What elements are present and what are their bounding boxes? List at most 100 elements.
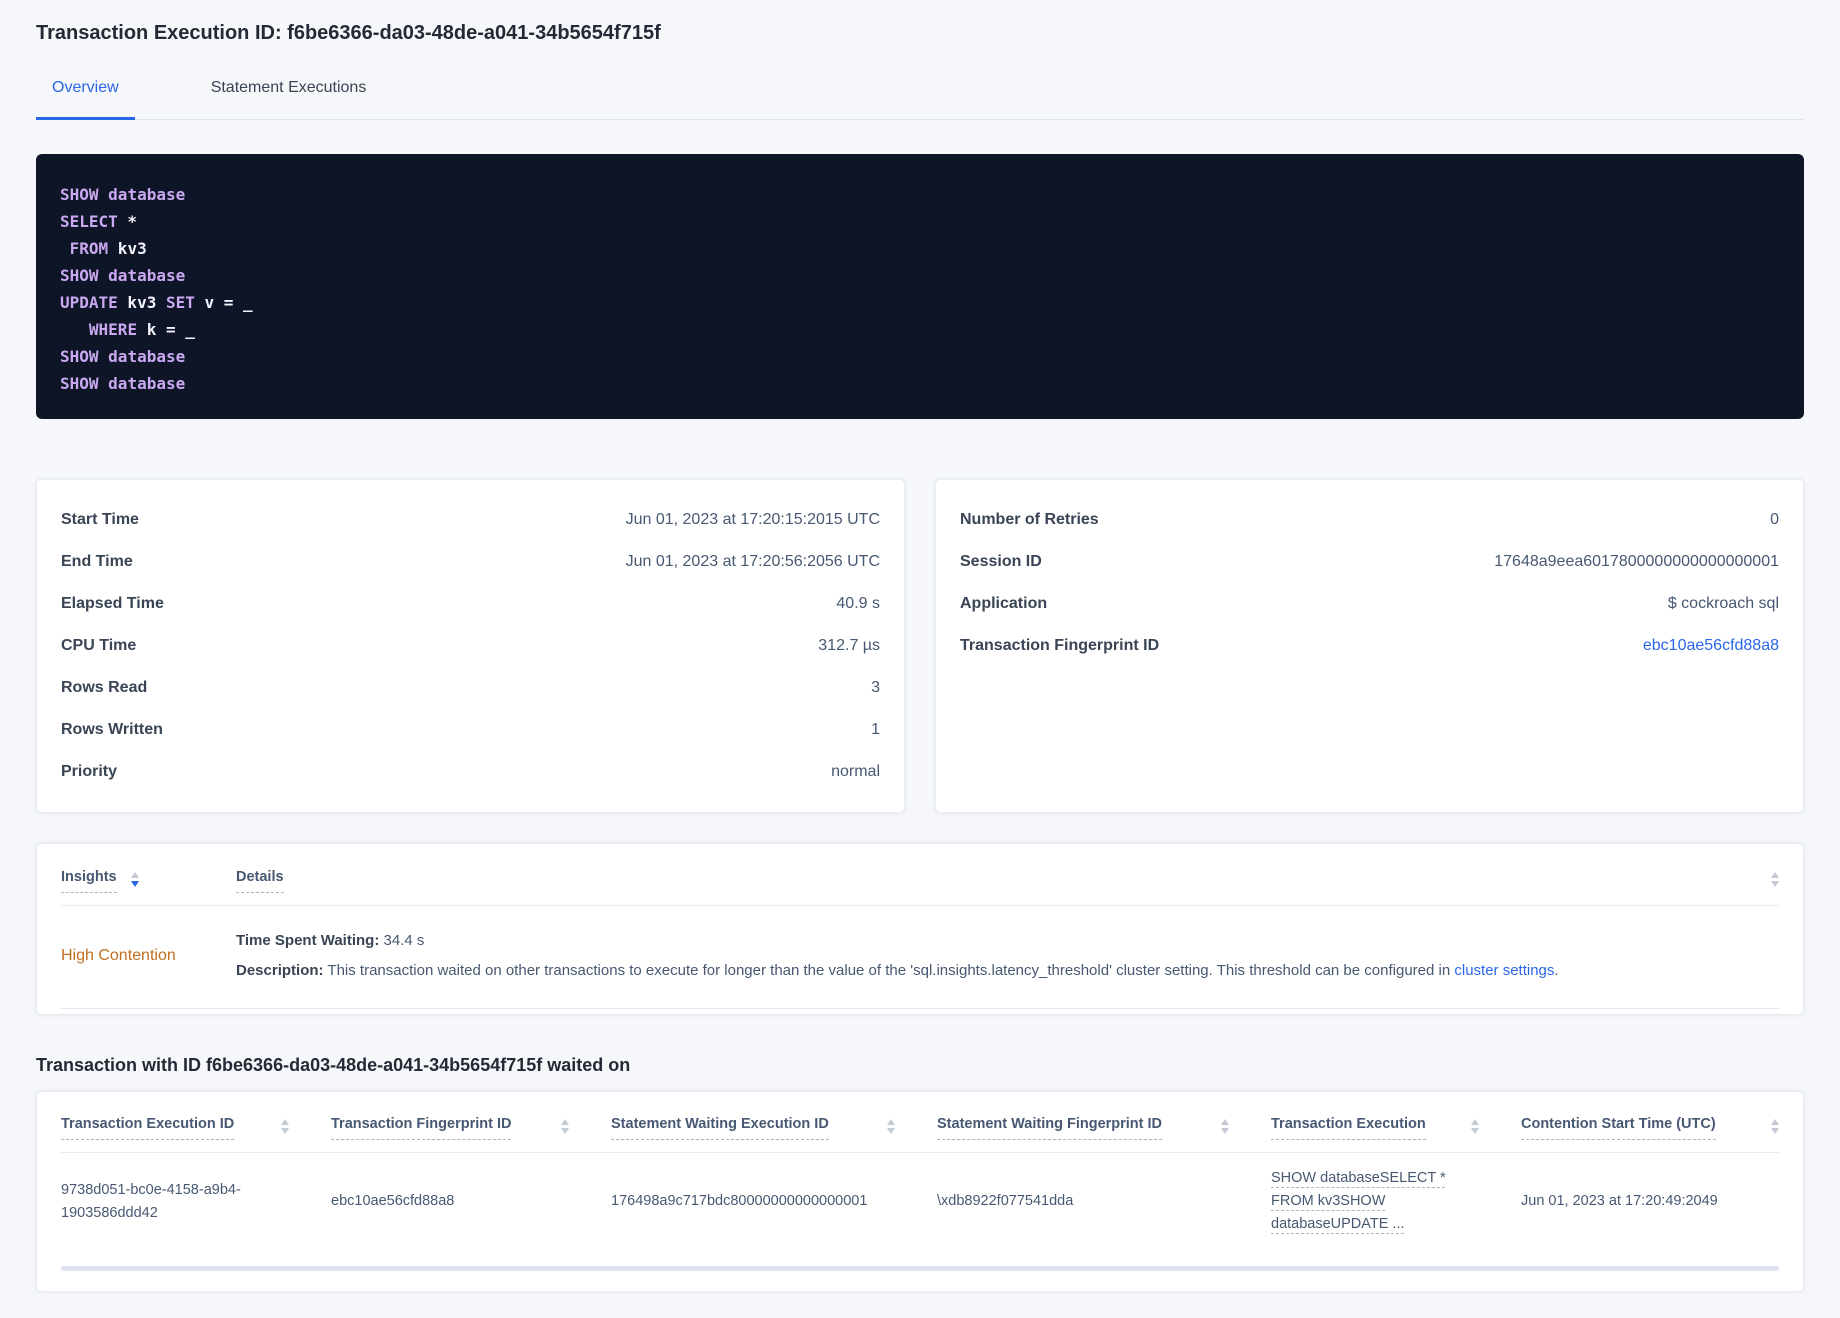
stat-value: Jun 01, 2023 at 17:20:56:2056 UTC bbox=[625, 553, 880, 570]
stat-value: 0 bbox=[1770, 511, 1779, 528]
column-header[interactable]: Transaction Fingerprint ID bbox=[331, 1116, 512, 1140]
header-cell-contention-start-time: Contention Start Time (UTC) bbox=[1521, 1116, 1779, 1140]
stat-row-application: Application $ cockroach sql bbox=[960, 583, 1779, 625]
transaction-execution-page: Transaction Execution ID: f6be6366-da03-… bbox=[0, 0, 1840, 1292]
sql-statements-box: SHOW database SELECT * FROM kv3 SHOW dat… bbox=[36, 154, 1804, 419]
column-header[interactable]: Contention Start Time (UTC) bbox=[1521, 1116, 1716, 1140]
waited-on-table-card: Transaction Execution ID Transaction Fin… bbox=[36, 1091, 1804, 1292]
column-header[interactable]: Transaction Execution bbox=[1271, 1116, 1426, 1140]
stat-row-elapsed-time: Elapsed Time 40.9 s bbox=[61, 583, 880, 625]
horizontal-scrollbar[interactable] bbox=[61, 1266, 1779, 1271]
sort-icon[interactable] bbox=[561, 1119, 569, 1134]
sort-icon[interactable] bbox=[1771, 872, 1779, 887]
cell-statement-waiting-fingerprint-id: \xdb8922f077541dda bbox=[937, 1193, 1074, 1209]
sort-down-arrow-icon bbox=[1771, 1128, 1779, 1134]
tab-statement-executions[interactable]: Statement Executions bbox=[195, 71, 383, 120]
sort-icon[interactable] bbox=[1471, 1119, 1479, 1134]
header-cell-statement-waiting-execution-id: Statement Waiting Execution ID bbox=[611, 1116, 937, 1140]
stat-row-cpu-time: CPU Time 312.7 µs bbox=[61, 625, 880, 667]
stat-value: Jun 01, 2023 at 17:20:15:2015 UTC bbox=[625, 511, 880, 528]
insights-column-header-cell: Insights bbox=[61, 869, 236, 893]
page-title: Transaction Execution ID: f6be6366-da03-… bbox=[36, 22, 661, 44]
header-cell-statement-waiting-fingerprint-id: Statement Waiting Fingerprint ID bbox=[937, 1116, 1271, 1140]
description-suffix: . bbox=[1554, 961, 1559, 979]
stat-value: 17648a9eea6017800000000000000001 bbox=[1494, 553, 1779, 570]
stat-label: Session ID bbox=[960, 553, 1042, 570]
time-spent-waiting-label: Time Spent Waiting: bbox=[236, 932, 380, 949]
stat-label: Elapsed Time bbox=[61, 595, 164, 612]
stat-label: Start Time bbox=[61, 511, 139, 528]
sort-up-arrow-icon bbox=[1221, 1119, 1229, 1125]
stat-label: Rows Written bbox=[61, 721, 163, 738]
sort-up-arrow-icon bbox=[1771, 872, 1779, 878]
stat-row-rows-written: Rows Written 1 bbox=[61, 709, 880, 751]
stat-label: Transaction Fingerprint ID bbox=[960, 637, 1160, 654]
stat-value: 1 bbox=[871, 721, 880, 738]
sort-icon[interactable] bbox=[130, 872, 139, 893]
stat-label: End Time bbox=[61, 553, 133, 570]
sort-up-arrow-icon bbox=[281, 1119, 289, 1125]
sort-down-arrow-icon bbox=[887, 1128, 895, 1134]
stat-row-start-time: Start Time Jun 01, 2023 at 17:20:15:2015… bbox=[61, 499, 880, 541]
sort-down-arrow-icon bbox=[1771, 881, 1779, 887]
stat-label: Rows Read bbox=[61, 679, 148, 696]
cluster-settings-link[interactable]: cluster settings bbox=[1454, 962, 1554, 979]
cell-transaction-execution: SHOW databaseSELECT * FROM kv3SHOW datab… bbox=[1271, 1167, 1521, 1236]
cell-statement-waiting-execution-id: 176498a9c717bdc80000000000000001 bbox=[611, 1193, 868, 1209]
sort-up-arrow-icon bbox=[1471, 1119, 1479, 1125]
waited-on-heading: Transaction with ID f6be6366-da03-48de-a… bbox=[36, 1055, 631, 1075]
sort-up-arrow-icon bbox=[1771, 1119, 1779, 1125]
stat-row-retries: Number of Retries 0 bbox=[960, 499, 1779, 541]
stat-row-session-id: Session ID 17648a9eea6017800000000000000… bbox=[960, 541, 1779, 583]
card-bottom-padding bbox=[61, 1009, 1779, 1014]
sort-down-arrow-icon bbox=[130, 881, 139, 887]
header-cell-transaction-fingerprint-id: Transaction Fingerprint ID bbox=[331, 1116, 611, 1140]
header-cell-transaction-execution-id: Transaction Execution ID bbox=[61, 1116, 331, 1140]
stat-label: CPU Time bbox=[61, 637, 137, 654]
execution-stats-card: Start Time Jun 01, 2023 at 17:20:15:2015… bbox=[36, 479, 905, 813]
transaction-execution-statement-link[interactable]: SHOW databaseSELECT * FROM kv3SHOW datab… bbox=[1271, 1167, 1451, 1236]
table-row: 9738d051-bc0e-4158-a9b4-1903586ddd42 ebc… bbox=[61, 1153, 1779, 1252]
sort-up-arrow-icon bbox=[561, 1119, 569, 1125]
time-spent-waiting: Time Spent Waiting: 34.4 s bbox=[236, 930, 1779, 953]
cell-transaction-execution-id: 9738d051-bc0e-4158-a9b4-1903586ddd42 bbox=[61, 1181, 241, 1221]
stat-value: 3 bbox=[871, 679, 880, 696]
summary-cards-row: Start Time Jun 01, 2023 at 17:20:15:2015… bbox=[36, 479, 1804, 813]
sort-down-arrow-icon bbox=[561, 1128, 569, 1134]
stat-value: 40.9 s bbox=[836, 595, 880, 612]
sort-up-arrow-icon bbox=[887, 1119, 895, 1125]
stat-row-transaction-fingerprint: Transaction Fingerprint ID ebc10ae56cfd8… bbox=[960, 625, 1779, 667]
sort-icon[interactable] bbox=[1221, 1119, 1229, 1134]
insights-column-header[interactable]: Insights bbox=[61, 869, 117, 893]
stat-row-end-time: End Time Jun 01, 2023 at 17:20:56:2056 U… bbox=[61, 541, 880, 583]
sort-down-arrow-icon bbox=[281, 1128, 289, 1134]
stat-label: Priority bbox=[61, 763, 118, 780]
description-text: This transaction waited on other transac… bbox=[323, 961, 1455, 979]
column-header[interactable]: Statement Waiting Execution ID bbox=[611, 1116, 829, 1140]
sort-icon[interactable] bbox=[281, 1119, 289, 1134]
sort-down-arrow-icon bbox=[1471, 1128, 1479, 1134]
transaction-fingerprint-link[interactable]: ebc10ae56cfd88a8 bbox=[1643, 637, 1779, 655]
sql-code: SHOW database SELECT * FROM kv3 SHOW dat… bbox=[60, 185, 253, 393]
stat-value: normal bbox=[831, 763, 880, 780]
header-cell-transaction-execution: Transaction Execution bbox=[1271, 1116, 1521, 1140]
stat-row-priority: Priority normal bbox=[61, 751, 880, 793]
sort-icon[interactable] bbox=[887, 1119, 895, 1134]
insights-table-header: Insights Details bbox=[61, 844, 1779, 906]
sort-down-arrow-icon bbox=[1221, 1128, 1229, 1134]
stat-row-rows-read: Rows Read 3 bbox=[61, 667, 880, 709]
insight-description: Description: This transaction waited on … bbox=[236, 960, 1779, 983]
insight-details: Time Spent Waiting: 34.4 s Description: … bbox=[236, 930, 1779, 982]
stat-label: Application bbox=[960, 595, 1048, 612]
column-header[interactable]: Transaction Execution ID bbox=[61, 1116, 235, 1140]
cell-contention-start-time: Jun 01, 2023 at 17:20:49:2049 bbox=[1521, 1193, 1718, 1209]
stat-value: 312.7 µs bbox=[818, 637, 880, 654]
insights-table-card: Insights Details High Contention Time Sp… bbox=[36, 843, 1804, 1015]
stat-value: $ cockroach sql bbox=[1667, 595, 1779, 612]
tab-overview[interactable]: Overview bbox=[36, 71, 135, 120]
details-column-header[interactable]: Details bbox=[236, 869, 284, 893]
sort-icon[interactable] bbox=[1771, 1119, 1779, 1134]
column-header[interactable]: Statement Waiting Fingerprint ID bbox=[937, 1116, 1163, 1140]
tab-bar: Overview Statement Executions bbox=[36, 71, 1804, 120]
description-label: Description: bbox=[236, 961, 324, 979]
